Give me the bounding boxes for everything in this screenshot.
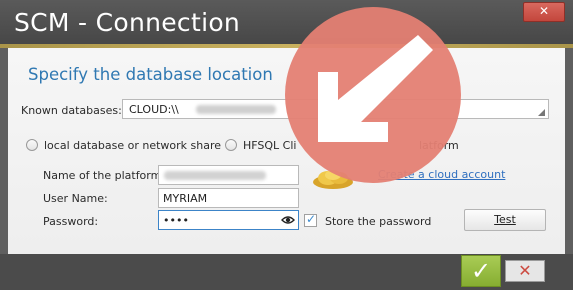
window-close-button[interactable]: ✕ [523,2,565,22]
test-button[interactable]: Test [464,209,546,231]
checkmark-icon: ✓ [306,212,317,226]
checkmark-icon: ✓ [470,257,492,285]
close-icon: ✕ [538,4,550,18]
password-value: •••• [163,214,189,227]
ok-button[interactable]: ✓ [461,255,501,287]
test-button-label: Test [494,213,516,226]
show-password-eye-icon[interactable] [281,214,295,229]
combo-dropdown-icon[interactable] [538,109,545,116]
radio-local-database[interactable] [26,139,38,151]
password-label: Password: [43,215,99,228]
platform-name-label: Name of the platform: [43,169,166,182]
cancel-button[interactable]: ✕ [505,260,545,282]
blurred-platform-name [164,171,266,180]
blurred-database-name [196,105,276,114]
radio-local-label[interactable]: local database or network share [44,139,221,152]
username-field[interactable]: MYRIAM [158,188,299,208]
username-label: User Name: [43,192,108,205]
username-value: MYRIAM [163,192,208,205]
store-password-checkbox[interactable]: ✓ [304,212,317,227]
store-password-label[interactable]: Store the password [325,215,431,228]
radio-hfsql[interactable] [225,139,237,151]
pointer-arrow-overlay-icon [285,7,461,183]
x-icon: ✕ [518,261,532,280]
known-databases-value: CLOUD:\\ [129,103,179,116]
window-title: SCM - Connection [14,8,241,37]
known-databases-label: Known databases: [21,104,122,117]
password-field[interactable]: •••• [158,210,299,230]
page-heading: Specify the database location [28,65,273,84]
platform-name-field[interactable] [158,165,299,185]
